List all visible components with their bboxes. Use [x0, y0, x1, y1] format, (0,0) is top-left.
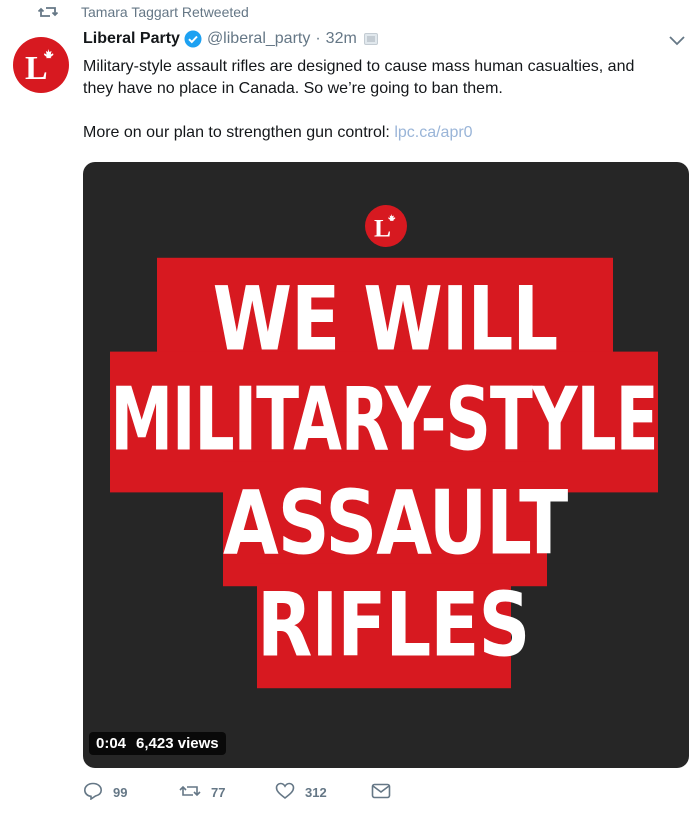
tweet-text: Military-style assault rifles are design…	[83, 56, 683, 144]
heart-icon	[275, 782, 295, 803]
retweet-icon	[37, 4, 59, 23]
tweet-line: they have no place in Canada. So we’re g…	[83, 80, 503, 97]
tweet-line: Military-style assault rifles are design…	[83, 58, 635, 75]
author-handle[interactable]: @liberal_party	[207, 30, 310, 48]
reply-count: 99	[113, 785, 128, 800]
tweet-link[interactable]: lpc.ca/apr0	[394, 124, 472, 141]
video-player[interactable]: L WE WILL BAN MILITARY-STYLE ASSAULT RIF…	[83, 162, 689, 768]
retweet-icon	[179, 783, 201, 802]
tweet-line-text: More on our plan to strengthen gun contr…	[83, 124, 395, 141]
video-stats: 0:04 6,423 views	[89, 732, 226, 755]
verified-badge-icon	[184, 30, 202, 48]
liberal-logo-icon: L	[365, 205, 407, 247]
liberal-logo-icon: L	[25, 49, 54, 85]
retweet-count: 77	[211, 785, 226, 800]
svg-text:L: L	[25, 50, 48, 85]
video-views: 6,423 views	[136, 735, 219, 752]
like-button[interactable]: 312	[275, 782, 371, 803]
reply-icon	[83, 782, 103, 803]
tweet-header: Liberal Party @liberal_party · 32m	[83, 30, 378, 48]
video-duration: 0:04	[96, 735, 127, 752]
avatar[interactable]: L	[13, 37, 69, 93]
separator-dot: ·	[315, 30, 321, 47]
retweet-button[interactable]: 77	[179, 783, 275, 802]
timestamp[interactable]: 32m	[326, 30, 357, 48]
retweet-context[interactable]: Tamara Taggart Retweeted	[37, 4, 249, 23]
chevron-down-icon[interactable]	[669, 33, 685, 51]
like-count: 312	[305, 785, 327, 800]
tweet-actions: 99 77 312	[83, 782, 391, 803]
app-badge-icon	[363, 33, 378, 45]
direct-message-button[interactable]	[371, 783, 391, 802]
tweet-line: More on our plan to strengthen gun contr…	[83, 122, 683, 144]
author-name[interactable]: Liberal Party	[83, 30, 180, 48]
reply-button[interactable]: 99	[83, 782, 179, 803]
envelope-icon	[371, 783, 391, 802]
headline-line-4: RIFLES	[257, 563, 530, 689]
retweet-label: Tamara Taggart Retweeted	[81, 4, 249, 20]
